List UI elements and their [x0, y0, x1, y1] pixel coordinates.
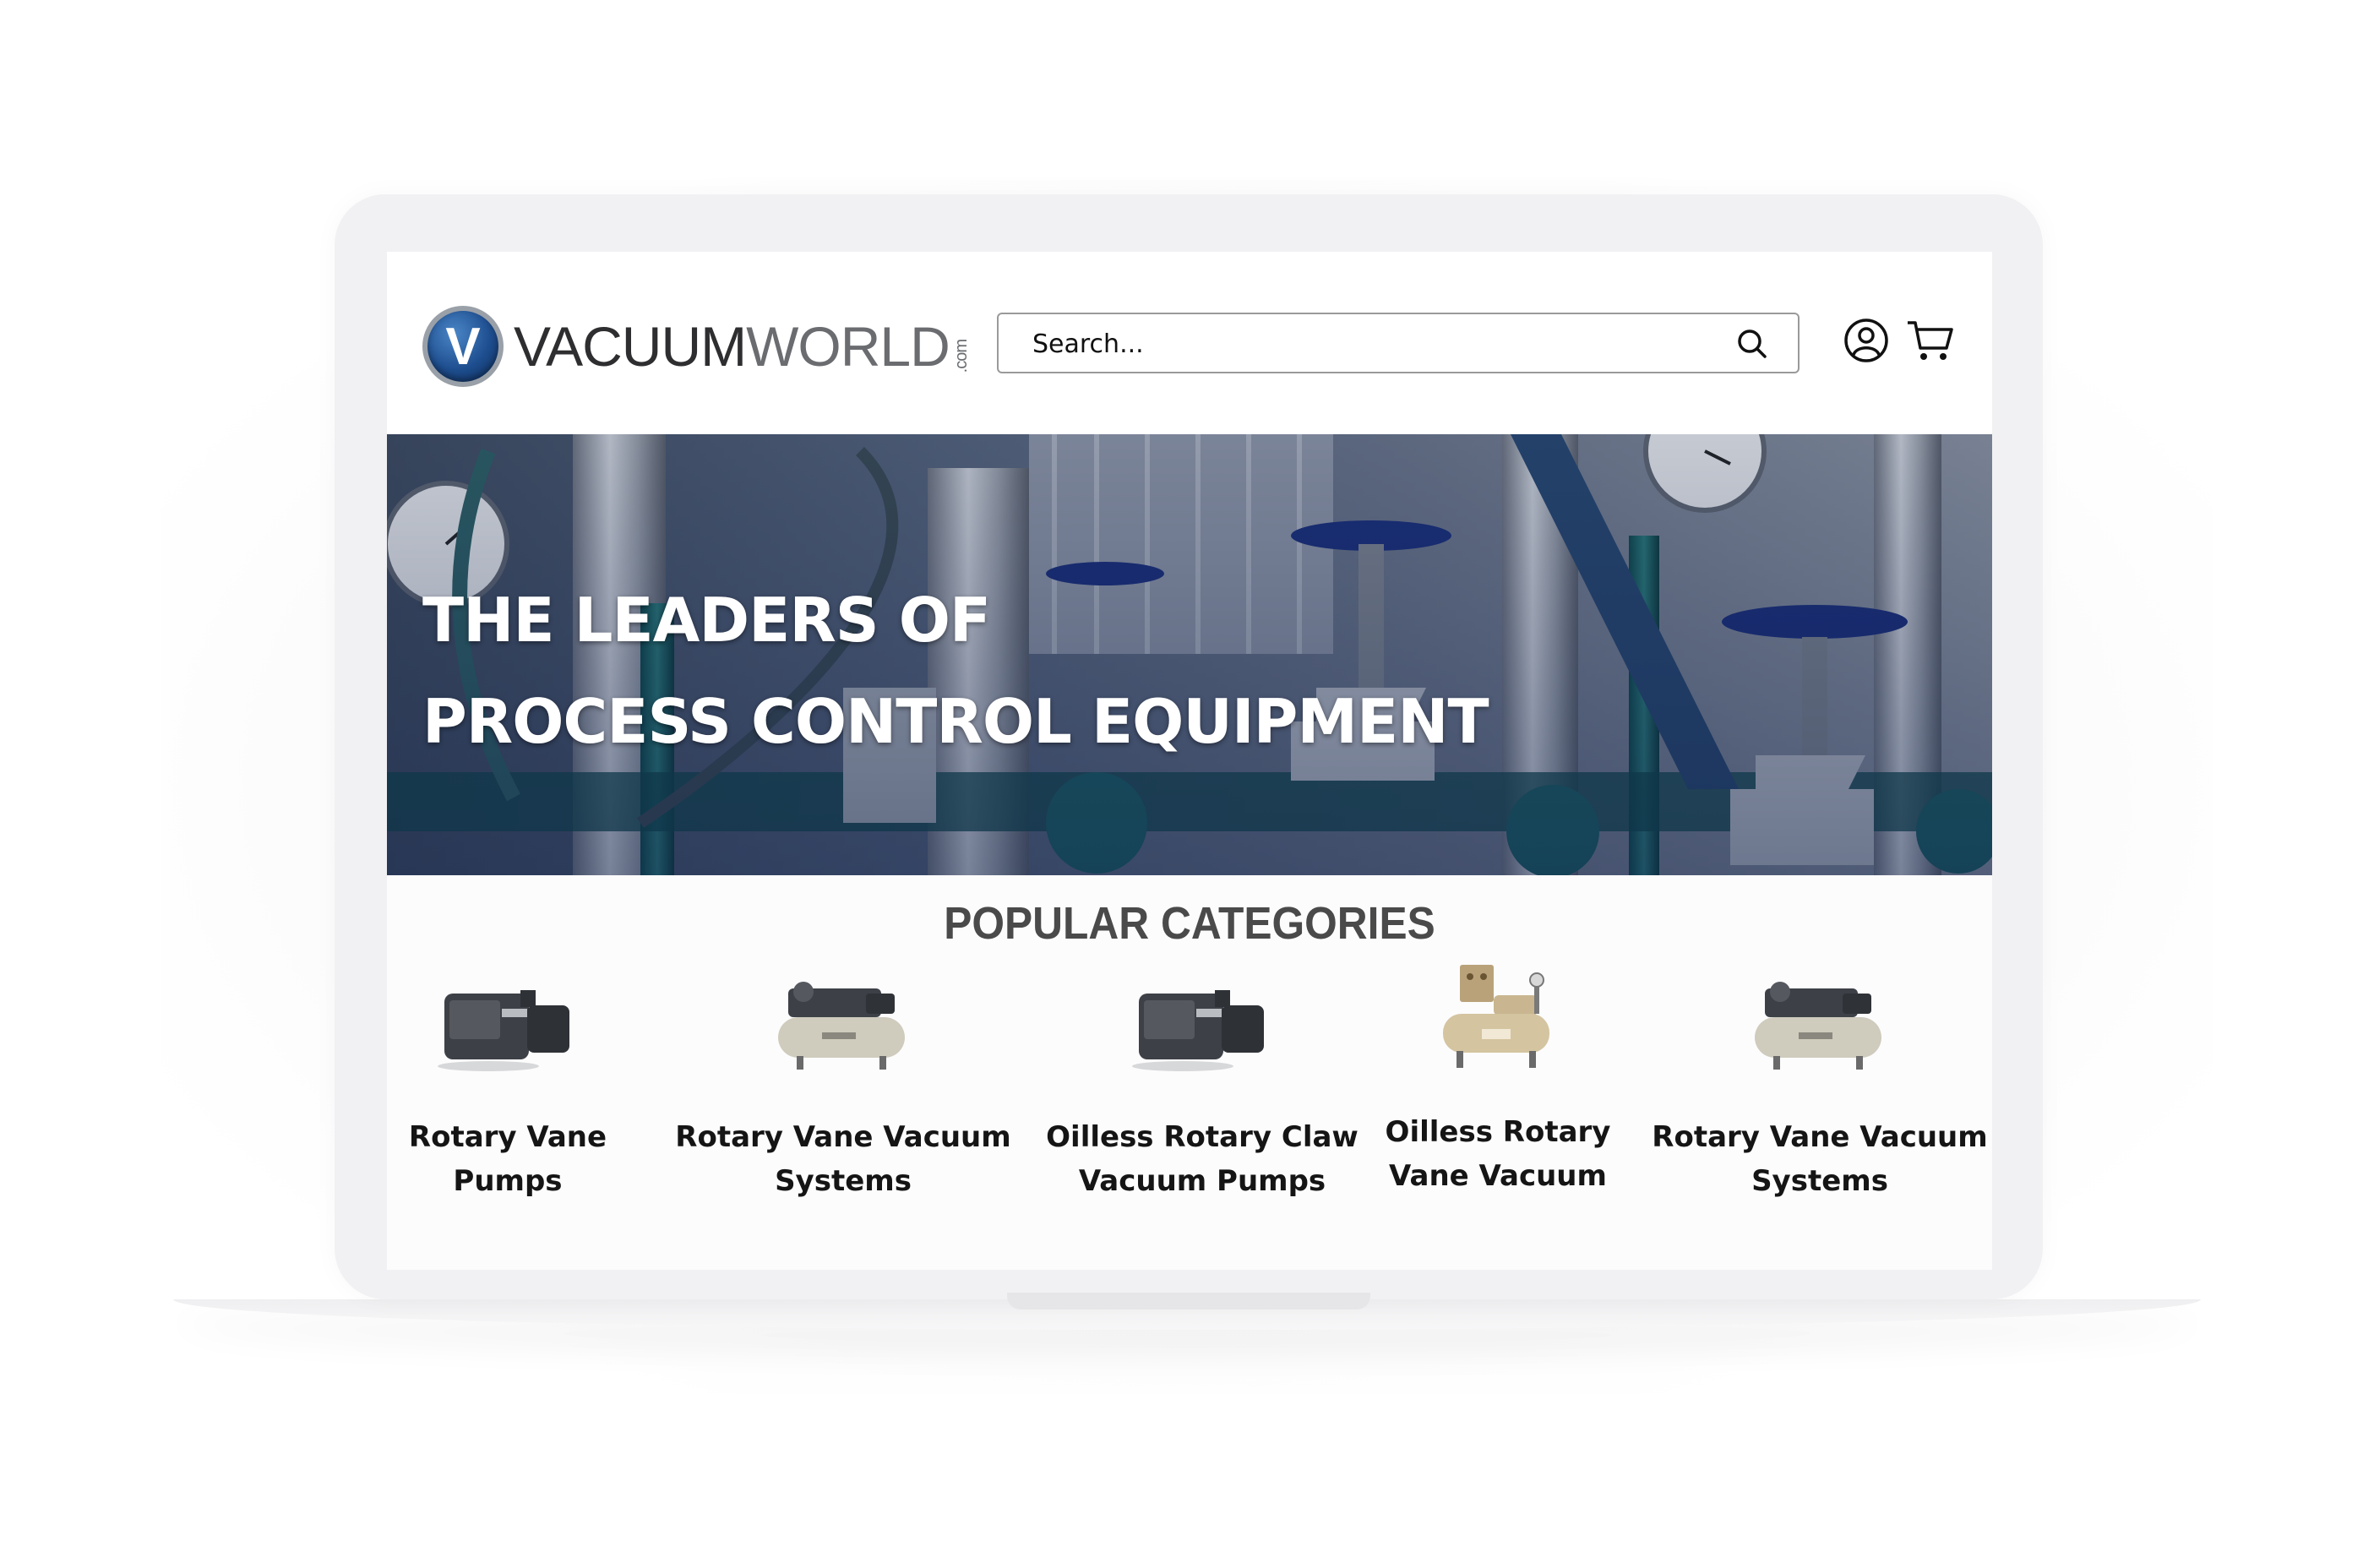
category-label-line-2: Systems	[775, 1164, 912, 1198]
hero-title-line-1: THE LEADERS OF	[422, 585, 991, 656]
search-bar	[997, 313, 1800, 373]
category-card-rotary-vane-pumps[interactable]: Rotary Vane Pumps	[402, 968, 613, 1203]
category-label: Rotary Vane Vacuum Systems	[674, 1115, 1012, 1203]
logo-mark: V	[422, 306, 504, 387]
category-card-rotary-vane-vacuum-systems-2[interactable]: Rotary Vane Vacuum Systems	[1651, 968, 1989, 1203]
tan-tank-vacuum-system-image	[1443, 965, 1549, 1068]
site-logo[interactable]: V VACUUM WORLD .com	[422, 304, 971, 389]
logo-text-suffix: .com	[951, 339, 971, 373]
category-label-line-1: Rotary Vane	[408, 1120, 607, 1154]
category-label-line-2: Vane Vacuum	[1389, 1159, 1607, 1193]
account-icon[interactable]	[1843, 318, 1889, 363]
hero-banner: THE LEADERS OF PROCESS CONTROL EQUIPMENT	[387, 434, 1992, 875]
category-label-line-1: Rotary Vane Vacuum	[1652, 1120, 1988, 1154]
category-label: Oilless Rotary Vane Vacuum	[1375, 1110, 1620, 1198]
category-card-oilless-rotary-vane-vacuum[interactable]: Oilless Rotary Vane Vacuum	[1375, 965, 1620, 1198]
tank-vacuum-system-image	[778, 982, 905, 1070]
hero-title-line-2: PROCESS CONTROL EQUIPMENT	[422, 686, 1489, 757]
tank-vacuum-system-image	[1755, 982, 1881, 1070]
category-label-line-2: Vacuum Pumps	[1078, 1164, 1326, 1198]
category-label-line-1: Rotary Vane Vacuum	[675, 1120, 1011, 1154]
website-screen: V VACUUM WORLD .com Search... THE LEADER…	[387, 252, 1992, 1270]
category-card-oilless-rotary-claw-vacuum-pumps[interactable]: Oilless Rotary Claw Vacuum Pumps	[1046, 968, 1359, 1203]
section-title: POPULAR CATEGORIES	[944, 898, 1435, 949]
search-input[interactable]	[1031, 314, 1727, 373]
category-label-line-2: Systems	[1751, 1164, 1888, 1198]
logo-text-secondary: WORLD	[746, 315, 950, 378]
category-label: Rotary Vane Vacuum Systems	[1651, 1115, 1989, 1203]
category-label-line-1: Oilless Rotary Claw	[1046, 1120, 1359, 1154]
site-header: V VACUUM WORLD .com	[387, 252, 1992, 434]
rotary-claw-pump-image	[1132, 990, 1264, 1071]
rotary-vane-pump-image	[438, 990, 569, 1071]
category-card-rotary-vane-vacuum-systems[interactable]: Rotary Vane Vacuum Systems	[674, 968, 1012, 1203]
category-label: Oilless Rotary Claw Vacuum Pumps	[1046, 1115, 1359, 1203]
cart-icon[interactable]	[1906, 318, 1955, 363]
hero-title: THE LEADERS OF PROCESS CONTROL EQUIPMENT	[422, 569, 1489, 772]
popular-categories-section: POPULAR CATEGORIES Rotary Vane Pumps Rot…	[387, 875, 1992, 1270]
category-label: Rotary Vane Pumps	[402, 1115, 613, 1203]
search-icon[interactable]	[1735, 327, 1769, 361]
logo-text-primary: VACUUM	[514, 315, 747, 378]
laptop-notch	[1007, 1293, 1370, 1309]
category-label-line-1: Oilless Rotary	[1385, 1115, 1611, 1149]
logo-wordmark: VACUUM WORLD .com	[514, 315, 971, 378]
category-label-line-2: Pumps	[453, 1164, 563, 1198]
